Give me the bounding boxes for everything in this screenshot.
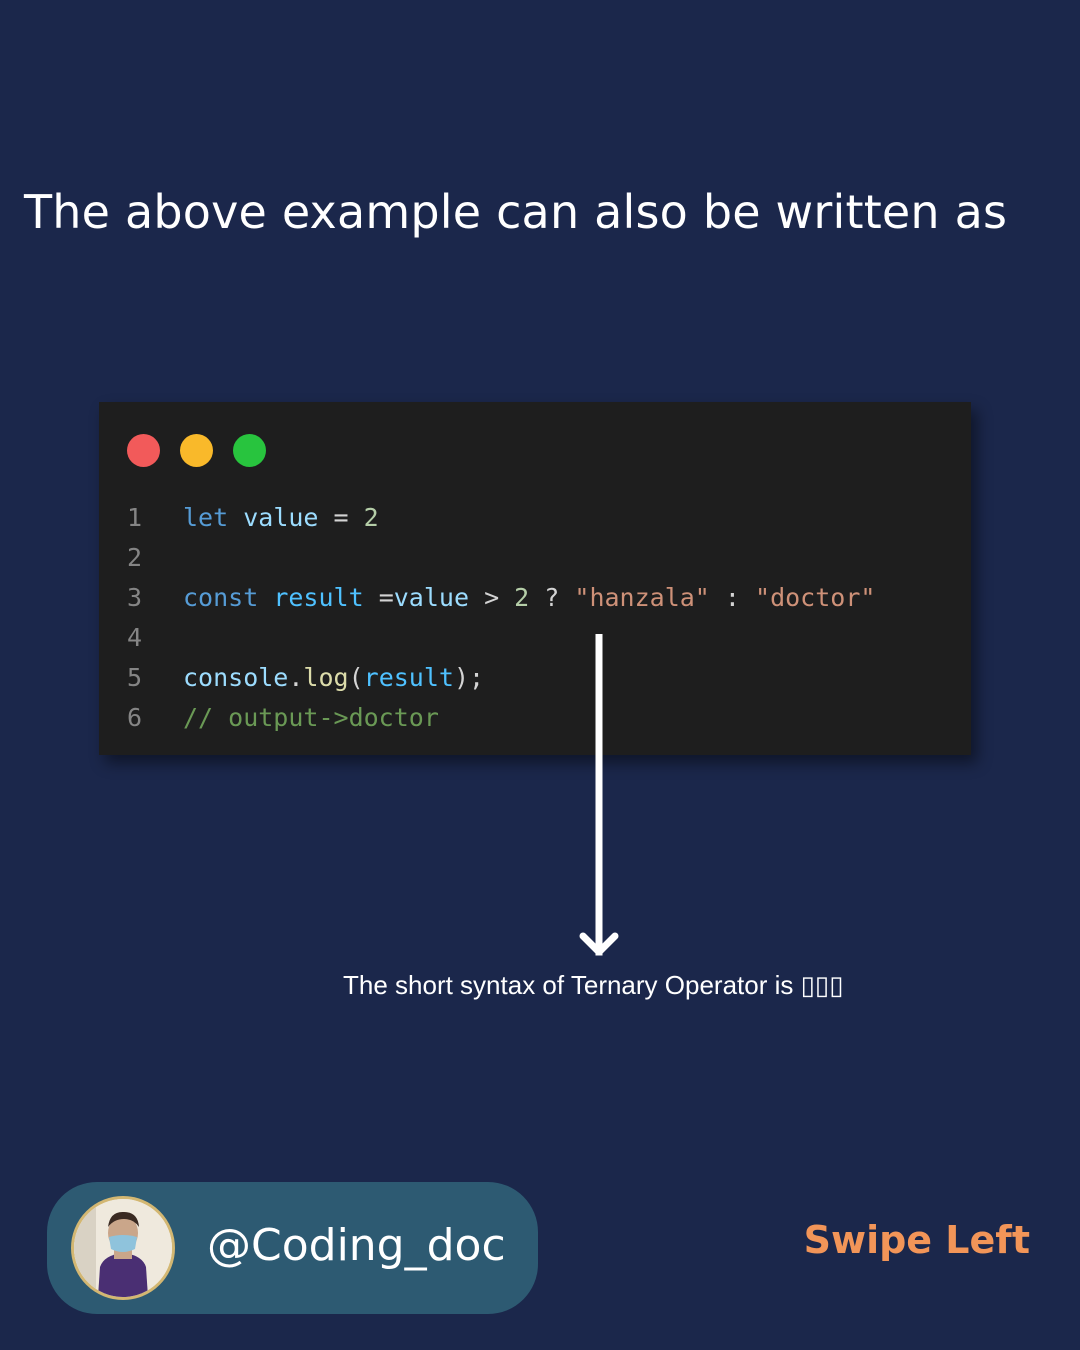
line-number: 2 bbox=[127, 543, 143, 572]
arrow-down-icon bbox=[579, 634, 619, 956]
caption-text: The short syntax of Ternary Operator is … bbox=[343, 970, 844, 1000]
code-token: const bbox=[183, 583, 259, 612]
code-token: = bbox=[363, 583, 394, 612]
code-token: value bbox=[243, 503, 319, 532]
code-text: const result =value > 2 ? "hanzala" : "d… bbox=[183, 578, 875, 618]
code-token: = bbox=[318, 503, 364, 532]
code-token: : bbox=[709, 583, 756, 612]
code-text: console.log(result); bbox=[183, 658, 484, 698]
code-token: ? bbox=[529, 583, 575, 612]
code-token: // output->doctor bbox=[183, 703, 439, 732]
code-token: console bbox=[183, 663, 289, 692]
close-dot-icon bbox=[127, 434, 160, 467]
maximize-dot-icon bbox=[233, 434, 266, 467]
page-title: The above example can also be written as bbox=[24, 185, 1008, 239]
code-token: result bbox=[363, 663, 454, 692]
avatar bbox=[71, 1196, 175, 1300]
code-token: let bbox=[183, 503, 229, 532]
code-token: 2 bbox=[514, 583, 530, 612]
code-token: "doctor" bbox=[755, 583, 876, 612]
profile-badge[interactable]: @Coding_doc bbox=[47, 1182, 538, 1314]
code-token: > bbox=[469, 583, 515, 612]
line-number: 6 bbox=[127, 703, 143, 732]
code-token: result bbox=[273, 583, 364, 612]
code-token: 2 bbox=[363, 503, 379, 532]
person-avatar-icon bbox=[74, 1199, 172, 1297]
code-text: let value = 2 bbox=[183, 498, 379, 538]
code-token: ); bbox=[453, 663, 485, 692]
code-token: value bbox=[393, 583, 470, 612]
code-token: . bbox=[288, 663, 304, 692]
line-number: 3 bbox=[127, 583, 143, 612]
code-token: ( bbox=[348, 663, 364, 692]
line-number: 4 bbox=[127, 623, 143, 652]
code-token: "hanzala" bbox=[574, 583, 710, 612]
code-window: 1 let value = 2 2 3 const result =value > 2 … bbox=[99, 402, 971, 755]
line-number: 1 bbox=[127, 503, 143, 532]
line-number: 5 bbox=[127, 663, 143, 692]
swipe-left-label: Swipe Left bbox=[803, 1218, 1030, 1262]
minimize-dot-icon bbox=[180, 434, 213, 467]
profile-handle: @Coding_doc bbox=[207, 1220, 506, 1271]
code-token: log bbox=[303, 663, 349, 692]
code-text: // output->doctor bbox=[183, 698, 439, 738]
